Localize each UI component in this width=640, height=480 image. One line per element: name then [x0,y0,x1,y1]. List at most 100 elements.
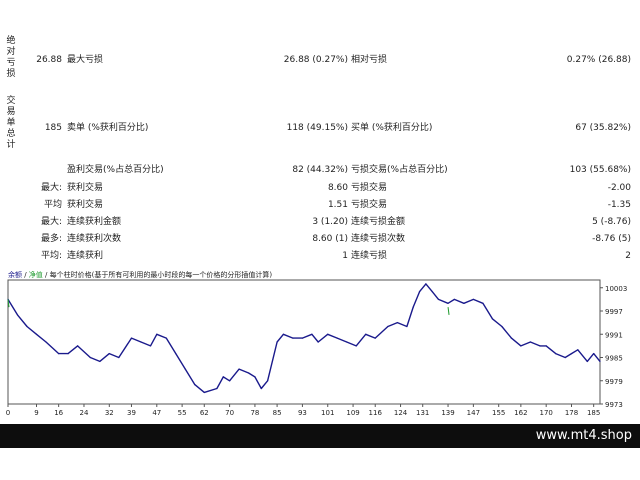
x-tick-label: 162 [514,409,527,417]
data-point [545,345,547,347]
row-value: -1.35 [607,200,631,210]
x-tick-label: 78 [250,409,259,417]
data-point [336,337,338,339]
row-label: 连续亏损金额 [351,217,406,227]
legend-separator: / [22,271,29,279]
data-point [266,380,269,382]
data-point [67,353,69,355]
row-value: 3 (1.20) [312,217,348,227]
row-value: 185 [44,123,62,133]
data-point [99,360,101,362]
row-value: 1 [342,251,348,261]
side-char: 计 [6,140,16,150]
data-point [586,360,588,362]
row-label: 买单 (%获利百分比) [351,123,433,133]
x-tick-label: 85 [273,409,282,417]
row-label: 相对亏损 [351,55,388,65]
data-point [260,387,262,390]
data-point [77,345,79,347]
data-point [599,360,601,362]
row-prefix-label: 最多: [40,234,62,244]
row-value: 26.88 (0.27%) [283,55,348,65]
x-tick-label: 39 [127,409,136,417]
x-tick-label: 116 [369,409,383,417]
side-char: 易 [6,107,16,117]
data-point [346,341,348,343]
data-point [282,333,285,335]
equity-mark [447,307,450,315]
row-value: 5 (-8.76) [592,217,631,227]
data-point [238,368,240,370]
row-label: 盈利交易(%占总百分比) [67,165,164,175]
row-value: 26.88 [36,55,62,65]
absolute-drawdown-side-label: 绝 对 亏 损 [4,36,18,80]
data-point [26,325,28,328]
y-tick-label: 10003 [605,285,627,293]
row-label: 连续获利次数 [67,234,122,244]
row-value: 8.60 (1) [312,234,348,244]
data-point [16,314,19,316]
x-tick-label: 62 [200,409,209,417]
row-value: 67 (35.82%) [575,123,631,133]
data-point [529,341,531,343]
side-char: 亏 [6,58,16,68]
legend-balance: 余额 [8,271,22,279]
row-value: 103 (55.68%) [569,165,631,175]
row-value: -2.00 [607,183,631,193]
side-char: 单 [6,118,16,128]
data-point [317,341,319,343]
data-point [501,325,503,328]
x-tick-label: 55 [178,409,187,417]
row-label: 连续获利金额 [67,217,122,227]
data-point [453,298,455,300]
row-label: 亏损交易 [351,200,388,210]
plot-frame [7,279,601,405]
x-tick-label: 131 [416,409,429,417]
data-point [222,376,224,378]
side-char: 绝 [6,36,16,46]
data-point [108,353,110,355]
row-label: 连续亏损 [351,251,388,261]
x-tick-label: 93 [298,409,307,417]
row-label: 获利交易 [67,200,104,210]
x-tick-label: 155 [492,409,505,417]
data-point [194,384,196,386]
data-point [510,337,512,339]
data-point [355,345,357,347]
side-char: 损 [6,69,16,79]
footer-bar: www.mt4.shop [0,424,640,448]
bottom-blank-area [0,448,640,480]
x-tick-label: 101 [321,409,334,417]
data-point [292,337,294,339]
x-tick-label: 24 [80,409,89,417]
y-tick-label: 9979 [605,378,623,386]
data-point [447,302,449,304]
x-tick-label: 0 [6,409,10,417]
data-point [184,368,186,370]
row-value: 0.27% (26.88) [566,55,631,65]
balance-chart: 余额 / 净值 / 每个柱时价格(基于所有可利用的最小时段的每一个价格的分形插值… [0,268,640,420]
data-point [130,337,133,339]
row-label: 卖单 (%获利百分比) [67,123,149,133]
data-point [165,337,167,339]
data-point [254,376,256,378]
data-point [425,283,427,285]
data-point [437,298,440,300]
legend-description: / 每个柱时价格(基于所有可利用的最小时段的每一个价格的分形插值计算) [42,271,273,279]
data-point [555,353,557,355]
x-tick-label: 124 [394,409,408,417]
row-label: 获利交易 [67,183,104,193]
data-point [374,337,376,339]
x-tick-label: 109 [346,409,359,417]
data-point [577,349,579,351]
x-tick-label: 47 [152,409,161,417]
top-blank-area [0,0,640,30]
x-tick-label: 185 [587,409,600,417]
data-point [58,353,60,355]
data-point [276,341,278,343]
data-point [387,325,389,328]
data-point [491,318,493,320]
data-point [412,306,414,308]
row-value: 118 (49.15%) [286,123,348,133]
y-tick-label: 9997 [605,308,623,316]
